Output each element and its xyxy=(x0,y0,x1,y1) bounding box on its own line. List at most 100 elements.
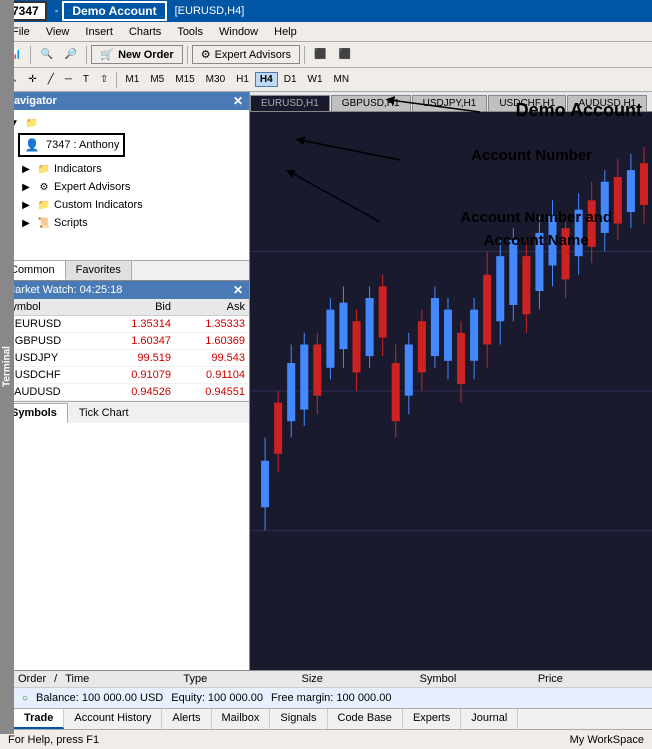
line-btn[interactable]: ╱ xyxy=(43,72,59,87)
terminal-tab-mailbox[interactable]: Mailbox xyxy=(212,709,271,729)
market-watch-row[interactable]: ◆ EURUSD 1.35314 1.35333 xyxy=(0,316,249,333)
mw-tab-tick[interactable]: Tick Chart xyxy=(68,403,140,423)
terminal-tab-code-base[interactable]: Code Base xyxy=(328,709,403,729)
mw-cell-bid: 0.91079 xyxy=(101,367,175,384)
toolbar: 📊 🔍 🔎 🛒 New Order ⚙ Expert Advisors ⬛ ⬛ xyxy=(0,42,652,68)
nav-account-item[interactable]: 👤 7347 : Anthony xyxy=(16,132,245,158)
toolbar-sep-2 xyxy=(86,46,87,64)
nav-folder-icon: 📁 xyxy=(24,115,40,131)
zoom-in-icon: 🔍 xyxy=(40,49,52,60)
market-watch-row[interactable]: ◆ GBPUSD 1.60347 1.60369 xyxy=(0,333,249,350)
hline-btn[interactable]: ─ xyxy=(60,72,77,87)
terminal-columns-header: Order / Time Type Size Symbol Price xyxy=(14,671,652,688)
tf-m1[interactable]: M1 xyxy=(120,72,144,87)
expert-advisors-btn[interactable]: ⚙ Expert Advisors xyxy=(192,45,300,64)
navigator-close-btn[interactable]: ✕ xyxy=(233,94,243,108)
menu-help[interactable]: Help xyxy=(266,24,305,40)
chart-tab[interactable]: GBPUSD,H1 xyxy=(331,95,411,111)
left-panel: Navigator ✕ ▼ 📁 👤 7347 : Anthony xyxy=(0,92,250,670)
chart-tab[interactable]: USDJPY,H1 xyxy=(412,95,488,111)
nav-indicators[interactable]: ▶ 📁 Indicators xyxy=(16,160,245,178)
tf-m30[interactable]: M30 xyxy=(201,72,230,87)
terminal-tab-experts[interactable]: Experts xyxy=(403,709,461,729)
tf-w1[interactable]: W1 xyxy=(303,72,328,87)
terminal-tab-account-history[interactable]: Account History xyxy=(64,709,162,729)
title-dash: - xyxy=(55,5,59,17)
toolbar-zoom-in-btn[interactable]: 🔍 xyxy=(35,46,57,63)
nav-tree: ▼ 📁 👤 7347 : Anthony ▶ 📁 Indicators xyxy=(0,110,249,260)
arrow-btn[interactable]: ⇧ xyxy=(95,72,113,87)
terminal-tab-signals[interactable]: Signals xyxy=(270,709,327,729)
nav-tab-favorites[interactable]: Favorites xyxy=(66,261,132,280)
toolbar-zoom-out-btn[interactable]: 🔎 xyxy=(60,46,82,63)
market-watch-table: Symbol Bid Ask ◆ EURUSD 1.35314 1.35333 … xyxy=(0,299,249,401)
tf-h4[interactable]: H4 xyxy=(255,72,278,87)
menu-insert[interactable]: Insert xyxy=(77,24,121,40)
nav-account-text: 7347 : Anthony xyxy=(46,139,119,151)
status-workspace: My WorkSpace xyxy=(570,734,644,746)
mw-cell-symbol: ◆ GBPUSD xyxy=(0,333,101,350)
mw-cell-ask: 0.94551 xyxy=(175,384,249,401)
nav-custom-folder-icon: 📁 xyxy=(36,197,52,213)
nav-scripts-icon: 📜 xyxy=(36,215,52,231)
nav-scripts[interactable]: ▶ 📜 Scripts xyxy=(16,214,245,232)
new-order-btn[interactable]: 🛒 New Order xyxy=(91,45,182,64)
tf-m5[interactable]: M5 xyxy=(145,72,169,87)
chart-tabs: EURUSD,H1GBPUSD,H1USDJPY,H1USDCHF,H1AUDU… xyxy=(250,92,652,112)
chart-area: Demo Account Account Number Account Numb… xyxy=(250,92,652,670)
navigator-header: Navigator ✕ xyxy=(0,92,249,110)
mw-cell-bid: 1.35314 xyxy=(101,316,175,333)
crosshair-btn[interactable]: ✛ xyxy=(23,72,41,87)
toolbar-sep-4 xyxy=(304,46,305,64)
market-watch-row[interactable]: ◆ USDCHF 0.91079 0.91104 xyxy=(0,367,249,384)
text-btn[interactable]: T xyxy=(78,72,94,87)
tf-h1[interactable]: H1 xyxy=(231,72,254,87)
nav-indicators-expand-icon: ▶ xyxy=(18,161,34,177)
terminal-col-type: Type xyxy=(183,673,293,685)
nav-root[interactable]: ▼ 📁 xyxy=(4,114,245,132)
terminal-tab-alerts[interactable]: Alerts xyxy=(162,709,211,729)
tf-m15[interactable]: M15 xyxy=(170,72,199,87)
toolbar-sep-1 xyxy=(30,46,31,64)
mw-cell-symbol: ◆ USDCHF xyxy=(0,367,101,384)
tf-mn[interactable]: MN xyxy=(329,72,355,87)
new-order-label: New Order xyxy=(118,49,174,61)
order-icon: 🛒 xyxy=(100,48,114,61)
toolbar-extra-1[interactable]: ⬛ xyxy=(309,46,331,63)
nav-experts-label: Expert Advisors xyxy=(54,181,130,193)
chart-svg xyxy=(250,112,652,670)
menu-charts[interactable]: Charts xyxy=(121,24,169,40)
menu-tools[interactable]: Tools xyxy=(169,24,211,40)
nav-indicators-label: Indicators xyxy=(54,163,102,175)
chart-tab[interactable]: USDCHF,H1 xyxy=(488,95,566,111)
mw-cell-ask: 1.35333 xyxy=(175,316,249,333)
tf-d1[interactable]: D1 xyxy=(279,72,302,87)
terminal-tab-trade[interactable]: Trade xyxy=(14,709,64,729)
toolbar-extra-2[interactable]: ⬛ xyxy=(333,46,355,63)
chart-tab[interactable]: AUDUSD,H1 xyxy=(567,95,647,111)
menu-window[interactable]: Window xyxy=(211,24,266,40)
chart-tab[interactable]: EURUSD,H1 xyxy=(250,95,330,111)
nav-custom-indicators[interactable]: ▶ 📁 Custom Indicators xyxy=(16,196,245,214)
nav-root-label xyxy=(42,117,45,129)
extra-icon-2: ⬛ xyxy=(338,49,350,60)
market-watch-row[interactable]: ◆ AUDUSD 0.94526 0.94551 xyxy=(0,384,249,401)
mw-cell-ask: 1.60369 xyxy=(175,333,249,350)
nav-scripts-expand-icon: ▶ xyxy=(18,215,34,231)
market-watch-close-btn[interactable]: ✕ xyxy=(233,283,243,297)
terminal-col-symbol: Symbol xyxy=(420,673,530,685)
menu-view[interactable]: View xyxy=(38,24,78,40)
chart-canvas[interactable] xyxy=(250,112,652,670)
nav-custom-label: Custom Indicators xyxy=(54,199,143,211)
mw-cell-ask: 99.543 xyxy=(175,350,249,367)
nav-experts[interactable]: ▶ ⚙ Expert Advisors xyxy=(16,178,245,196)
zoom-out-icon: 🔎 xyxy=(65,49,77,60)
terminal-tab-journal[interactable]: Journal xyxy=(461,709,518,729)
mw-cell-bid: 99.519 xyxy=(101,350,175,367)
mw-cell-bid: 1.60347 xyxy=(101,333,175,350)
terminal-col-size: Size xyxy=(302,673,412,685)
navigator: Navigator ✕ ▼ 📁 👤 7347 : Anthony xyxy=(0,92,249,281)
mw-col-symbol: Symbol xyxy=(0,299,101,316)
terminal-col-time: Time xyxy=(65,673,175,685)
market-watch-row[interactable]: ◆ USDJPY 99.519 99.543 xyxy=(0,350,249,367)
